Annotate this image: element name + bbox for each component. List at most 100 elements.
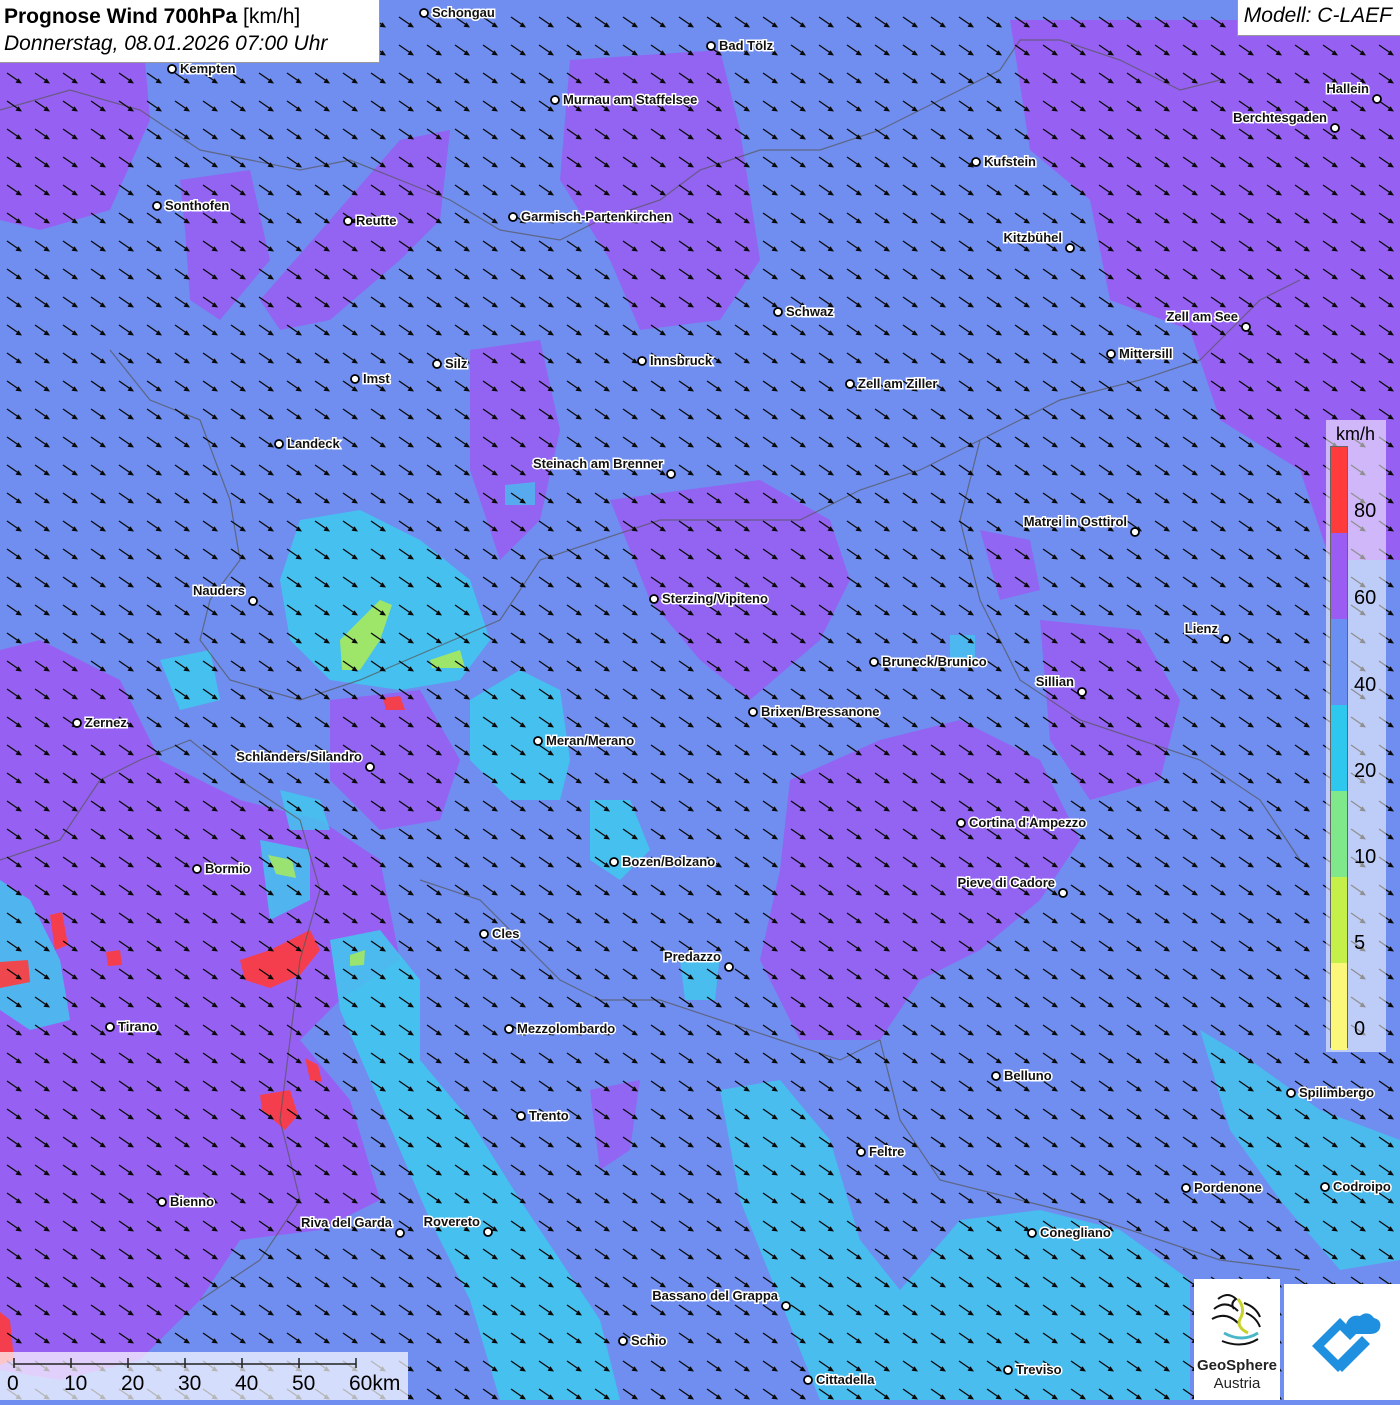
city-label: Steinach am Brenner — [533, 456, 663, 471]
city-dot — [1222, 635, 1230, 643]
city-dot — [638, 357, 646, 365]
city-label: Tirano — [118, 1019, 158, 1034]
city-dot — [433, 360, 441, 368]
city-label: Cortina d'Ampezzo — [969, 815, 1086, 830]
city-label: Schlanders/Silandro — [236, 749, 362, 764]
city-dot — [1287, 1089, 1295, 1097]
city-dot — [870, 658, 878, 666]
legend-label: 20 — [1354, 760, 1376, 783]
weather-app-logo — [1284, 1284, 1400, 1400]
scale-label: 10 — [64, 1372, 87, 1396]
city-label: Kempten — [180, 61, 236, 76]
city-dot — [1107, 350, 1115, 358]
city-label: Sterzing/Vipiteno — [662, 591, 768, 606]
wind-map[interactable]: SchongauBad TölzKemptenMurnau am Staffel… — [0, 0, 1400, 1400]
city-dot — [782, 1302, 790, 1310]
city-marker: Mezzolombardo — [505, 1021, 615, 1036]
city-label: Meran/Merano — [546, 733, 634, 748]
legend-label: 40 — [1354, 674, 1376, 697]
city-marker: Zell am Ziller — [846, 376, 937, 391]
city-dot — [517, 1112, 525, 1120]
scale-bar: 0102030405060km — [0, 1352, 408, 1400]
city-dot — [193, 865, 201, 873]
city-dot — [396, 1229, 404, 1237]
wind-zone — [106, 950, 122, 966]
city-dot — [1373, 95, 1381, 103]
city-dot — [351, 375, 359, 383]
city-dot — [1242, 323, 1250, 331]
city-dot — [957, 819, 965, 827]
city-dot — [707, 42, 715, 50]
city-dot — [667, 470, 675, 478]
city-dot — [725, 963, 733, 971]
city-label: Murnau am Staffelsee — [563, 92, 697, 107]
map-title-unit: [km/h] — [243, 5, 300, 28]
legend-color-segment — [1331, 963, 1347, 1050]
city-label: Kitzbühel — [1004, 230, 1063, 245]
city-label: Nauders — [193, 583, 245, 598]
city-label: Schongau — [432, 5, 495, 20]
city-dot — [804, 1376, 812, 1384]
city-label: Codroipo — [1333, 1179, 1391, 1194]
city-dot — [857, 1148, 865, 1156]
city-label: Bienno — [170, 1194, 214, 1209]
title-box: Prognose Wind 700hPa [km/h] Donnerstag, … — [0, 0, 380, 63]
city-label: Feltre — [869, 1144, 904, 1159]
city-marker: Brixen/Bressanone — [749, 704, 880, 719]
city-label: Belluno — [1004, 1068, 1052, 1083]
scale-label: 30 — [178, 1372, 201, 1396]
legend-label: 60 — [1354, 587, 1376, 610]
city-label: Sonthofen — [165, 198, 229, 213]
city-label: Silz — [445, 356, 468, 371]
city-marker: Schongau — [420, 5, 495, 20]
city-label: Lienz — [1185, 621, 1219, 636]
city-dot — [972, 158, 980, 166]
city-dot — [650, 595, 658, 603]
legend-color-segment — [1331, 619, 1347, 706]
city-label: Landeck — [287, 436, 341, 451]
city-label: Pordenone — [1194, 1180, 1262, 1195]
scale-label: 0 — [7, 1372, 19, 1396]
city-dot — [106, 1023, 114, 1031]
city-label: Reutte — [356, 213, 396, 228]
city-marker: Sterzing/Vipiteno — [650, 591, 768, 606]
city-marker: Innsbruck — [638, 353, 713, 368]
city-dot — [168, 65, 176, 73]
city-label: Zell am See — [1166, 309, 1238, 324]
city-dot — [344, 217, 352, 225]
legend-unit: km/h — [1336, 424, 1375, 445]
legend-label: 80 — [1354, 500, 1376, 523]
city-dot — [509, 213, 517, 221]
city-dot — [1078, 688, 1086, 696]
city-marker: Cortina d'Ampezzo — [957, 815, 1086, 830]
geosphere-logo: GeoSphere Austria — [1194, 1279, 1280, 1400]
geosphere-name: GeoSphere — [1194, 1357, 1280, 1374]
model-label: Modell: C-LAEF — [1237, 0, 1400, 36]
city-label: Sillian — [1036, 674, 1074, 689]
map-title: Prognose Wind 700hPa [km/h] — [4, 4, 379, 30]
city-marker: Conegliano — [1028, 1225, 1111, 1240]
city-dot — [749, 708, 757, 716]
city-dot — [551, 96, 559, 104]
city-label: Innsbruck — [650, 353, 713, 368]
city-marker: Bozen/Bolzano — [610, 854, 715, 869]
city-marker: Bruneck/Brunico — [870, 654, 987, 669]
city-label: Imst — [363, 371, 390, 386]
scale-label: 20 — [121, 1372, 144, 1396]
city-label: Matrei in Osttirol — [1024, 514, 1127, 529]
city-dot — [774, 308, 782, 316]
city-label: Cles — [492, 926, 519, 941]
legend-label: 0 — [1354, 1018, 1365, 1041]
color-legend: km/h 806040201050 — [1326, 420, 1386, 1052]
city-label: Rovereto — [424, 1214, 480, 1229]
city-label: Zell am Ziller — [858, 376, 937, 391]
city-label: Treviso — [1016, 1362, 1062, 1377]
city-label: Trento — [529, 1108, 569, 1123]
city-label: Bruneck/Brunico — [882, 654, 987, 669]
city-dot — [1182, 1184, 1190, 1192]
city-label: Pieve di Cadore — [957, 875, 1055, 890]
city-dot — [1331, 124, 1339, 132]
scale-label: 50 — [292, 1372, 315, 1396]
city-marker: Pordenone — [1182, 1180, 1262, 1195]
city-dot — [846, 380, 854, 388]
